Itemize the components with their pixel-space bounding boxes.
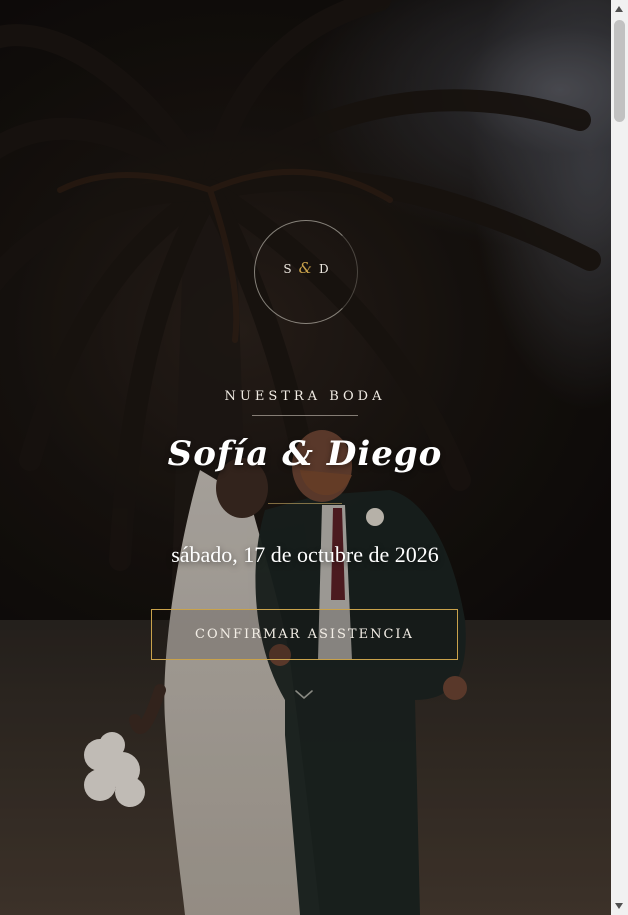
hero-kicker: NUESTRA BODA [224, 389, 386, 404]
monogram-initial-left: S [283, 262, 294, 276]
names-divider [268, 503, 342, 504]
chevron-down-icon[interactable] [292, 686, 316, 704]
scrollbar-thumb[interactable] [614, 20, 625, 122]
monogram-badge: S & D [254, 220, 358, 324]
rsvp-button-label: CONFIRMAR ASISTENCIA [195, 627, 414, 642]
monogram-initial-right: D [318, 262, 331, 276]
rsvp-button[interactable]: CONFIRMAR ASISTENCIA [151, 609, 458, 660]
monogram-ampersand: & [298, 259, 314, 277]
hero-section: S & D NUESTRA BODA Sofía & Diego sábado, 1… [0, 0, 611, 915]
scroll-down-arrow-icon[interactable] [615, 903, 623, 909]
page-scrollbar[interactable] [611, 0, 628, 915]
scroll-up-arrow-icon[interactable] [615, 6, 623, 12]
wedding-date: sábado, 17 de octubre de 2026 [171, 542, 439, 567]
kicker-divider [252, 415, 358, 416]
couple-names: Sofía & Diego [167, 434, 443, 474]
monogram-text: S & D [255, 259, 359, 277]
